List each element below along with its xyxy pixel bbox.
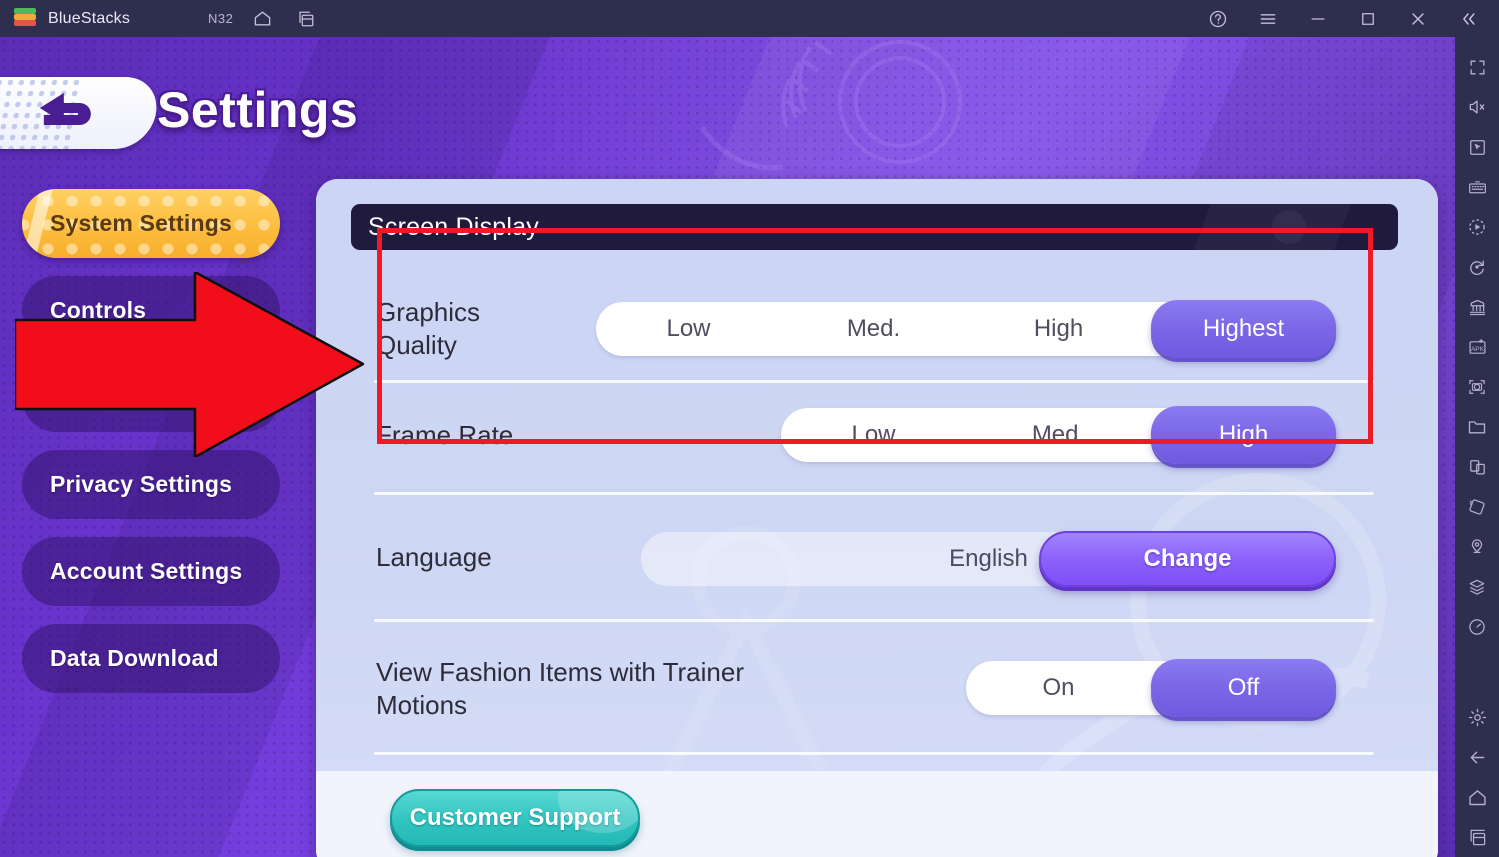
keyboard-controls-icon[interactable]	[1457, 167, 1497, 207]
section-title: Screen Display	[368, 212, 539, 241]
rotate-icon[interactable]	[1457, 487, 1497, 527]
graphics-quality-option-med[interactable]: Med.	[781, 302, 966, 356]
fullscreen-icon[interactable]	[1457, 47, 1497, 87]
customer-support-button[interactable]: Customer Support	[390, 789, 640, 847]
right-toolbar: APK	[1455, 37, 1499, 857]
frame-rate-option-high[interactable]: High	[1151, 406, 1336, 464]
back-arrow-icon	[39, 93, 91, 125]
frame-rate-option-low[interactable]: Low	[781, 408, 966, 462]
instance-label: N32	[208, 11, 234, 26]
sync-operations-icon[interactable]	[1457, 247, 1497, 287]
app-title: BlueStacks	[48, 9, 131, 27]
language-value: English	[949, 545, 1028, 572]
language-change-button[interactable]: Change	[1039, 531, 1336, 587]
row-divider	[374, 380, 1374, 383]
graphics-quality-option-high[interactable]: High	[966, 302, 1151, 356]
settings-panel: Screen Display Graphics Quality Low Med.…	[316, 179, 1438, 857]
home-icon[interactable]	[247, 4, 277, 34]
sidebar-item-system-settings[interactable]: System Settings	[22, 189, 280, 258]
help-icon[interactable]	[1203, 4, 1233, 34]
multi-instance-icon[interactable]	[291, 4, 321, 34]
sidebar-item-label: System Settings	[50, 210, 232, 236]
sidebar-item-account-settings[interactable]: Account Settings	[22, 537, 280, 606]
settings-gear-icon[interactable]	[1457, 697, 1497, 737]
row-fashion-items: View Fashion Items with Trainer Motions …	[316, 634, 1438, 744]
collapse-sidebar-icon[interactable]	[1453, 4, 1483, 34]
row-label-fashion-items: View Fashion Items with Trainer Motions	[376, 657, 744, 720]
titlebar: BlueStacks N32	[0, 0, 1499, 37]
minimize-icon[interactable]	[1303, 4, 1333, 34]
close-icon[interactable]	[1403, 4, 1433, 34]
multi-instance-manager-icon[interactable]	[1457, 447, 1497, 487]
fashion-items-option-on[interactable]: On	[966, 661, 1151, 715]
screenshot-icon[interactable]	[1457, 367, 1497, 407]
eco-mode-icon[interactable]	[1457, 287, 1497, 327]
settings-panel-body: Screen Display Graphics Quality Low Med.…	[316, 179, 1438, 771]
layers-icon[interactable]	[1457, 567, 1497, 607]
graphics-quality-segmented-control[interactable]: Low Med. High Highest	[596, 300, 1336, 358]
home-icon[interactable]	[1457, 777, 1497, 817]
hamburger-menu-icon[interactable]	[1253, 4, 1283, 34]
page-title: Settings	[157, 82, 359, 138]
sidebar-item-privacy-settings[interactable]: Privacy Settings	[22, 450, 280, 519]
back-icon[interactable]	[1457, 737, 1497, 777]
row-divider	[374, 492, 1374, 495]
fashion-items-segmented-control[interactable]: On Off	[966, 659, 1336, 717]
row-divider	[374, 619, 1374, 622]
install-apk-icon[interactable]: APK	[1457, 327, 1497, 367]
row-graphics-quality: Graphics Quality Low Med. High Highest	[316, 275, 1438, 383]
graphics-quality-option-low[interactable]: Low	[596, 302, 781, 356]
sidebar-item-label: Data Download	[50, 645, 219, 671]
red-arrow-annotation	[15, 272, 365, 457]
performance-meter-icon[interactable]	[1457, 607, 1497, 647]
maximize-icon[interactable]	[1353, 4, 1383, 34]
media-manager-icon[interactable]	[1457, 407, 1497, 447]
bluestacks-logo-icon	[14, 7, 36, 30]
sidebar-item-data-download[interactable]: Data Download	[22, 624, 280, 693]
back-button[interactable]	[0, 77, 162, 149]
cursor-pointer-icon[interactable]	[1457, 127, 1497, 167]
fashion-items-option-off[interactable]: Off	[1151, 659, 1336, 717]
macro-record-icon[interactable]	[1457, 207, 1497, 247]
row-frame-rate: Frame Rate Low Med. High	[316, 387, 1438, 483]
graphics-quality-option-highest[interactable]: Highest	[1151, 300, 1336, 358]
row-label-language: Language	[376, 541, 492, 572]
recent-apps-icon[interactable]	[1457, 817, 1497, 857]
row-language: Language English Change	[316, 509, 1438, 605]
mute-icon[interactable]	[1457, 87, 1497, 127]
panel-footer: Customer Support	[316, 771, 1438, 857]
svg-text:APK: APK	[1470, 346, 1484, 353]
sidebar-item-label: Account Settings	[50, 558, 243, 584]
frame-rate-segmented-control[interactable]: Low Med. High	[781, 406, 1336, 464]
sidebar-item-label: Privacy Settings	[50, 471, 233, 497]
location-icon[interactable]	[1457, 527, 1497, 567]
frame-rate-option-med[interactable]: Med.	[966, 408, 1151, 462]
row-divider	[374, 752, 1374, 755]
header-decoration-circle	[1272, 210, 1306, 244]
section-header: Screen Display	[351, 204, 1398, 250]
